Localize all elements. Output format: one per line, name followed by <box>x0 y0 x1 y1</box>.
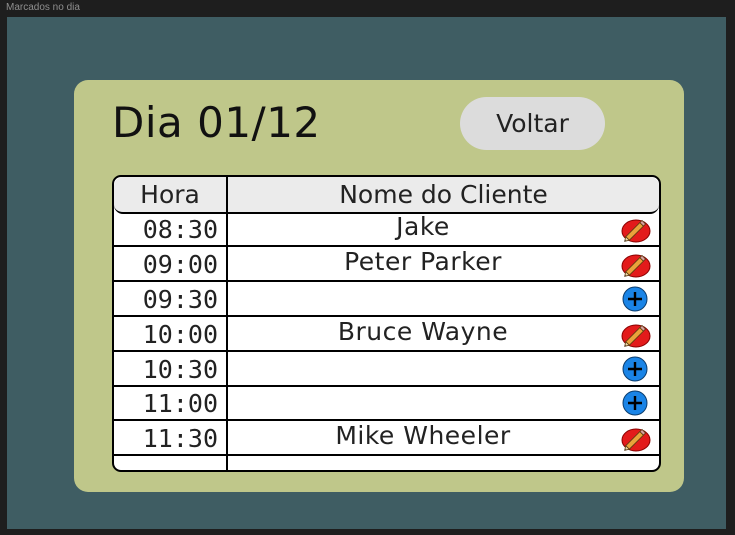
edit-appointment-icon[interactable] <box>620 321 651 348</box>
edit-appointment-icon[interactable] <box>620 425 651 452</box>
time-cell: 09:00 <box>142 250 218 279</box>
time-cell: 10:00 <box>142 320 218 349</box>
screen-frame: Dia 01/12 Voltar Hora Nome do Cliente 08… <box>7 17 726 529</box>
client-name-cell <box>228 282 618 315</box>
table-row: 09:30 <box>114 282 659 317</box>
table-row: 10:30 <box>114 352 659 387</box>
time-cell: 10:30 <box>142 355 218 384</box>
edit-appointment-icon[interactable] <box>620 216 651 243</box>
table-row: 10:00 Bruce Wayne <box>114 317 659 352</box>
table-row-empty <box>114 455 659 470</box>
frame-label: Marcados no dia <box>6 2 80 13</box>
client-name-cell <box>228 352 618 385</box>
time-cell: 09:30 <box>142 285 218 314</box>
table-row: 11:30 Mike Wheeler <box>114 421 659 456</box>
page-title: Dia 01/12 <box>112 98 321 147</box>
schedule-card: Dia 01/12 Voltar Hora Nome do Cliente 08… <box>74 80 684 492</box>
back-button[interactable]: Voltar <box>460 97 605 150</box>
time-cell: 08:30 <box>142 215 218 244</box>
add-appointment-icon[interactable] <box>622 390 648 416</box>
table-header: Hora Nome do Cliente <box>114 177 659 214</box>
column-divider <box>226 177 228 470</box>
time-cell: 11:00 <box>142 389 218 418</box>
client-name-cell: Jake <box>396 212 450 241</box>
table-row: 11:00 <box>114 386 659 421</box>
add-appointment-icon[interactable] <box>622 356 648 382</box>
appointments-table: Hora Nome do Cliente 08:30 Jake 09:00 Peter… <box>112 175 661 472</box>
time-cell: 11:30 <box>142 424 218 453</box>
client-name-cell: Bruce Wayne <box>337 317 509 346</box>
column-header-client: Nome do Cliente <box>339 180 548 209</box>
column-header-time: Hora <box>140 180 200 209</box>
table-row: 09:00 Peter Parker <box>114 247 659 282</box>
edit-appointment-icon[interactable] <box>620 251 651 278</box>
add-appointment-icon[interactable] <box>622 286 648 312</box>
client-name-cell <box>228 386 618 419</box>
client-name-cell: Peter Parker <box>344 247 502 276</box>
client-name-cell: Mike Wheeler <box>335 421 511 450</box>
table-row: 08:30 Jake <box>114 212 659 247</box>
